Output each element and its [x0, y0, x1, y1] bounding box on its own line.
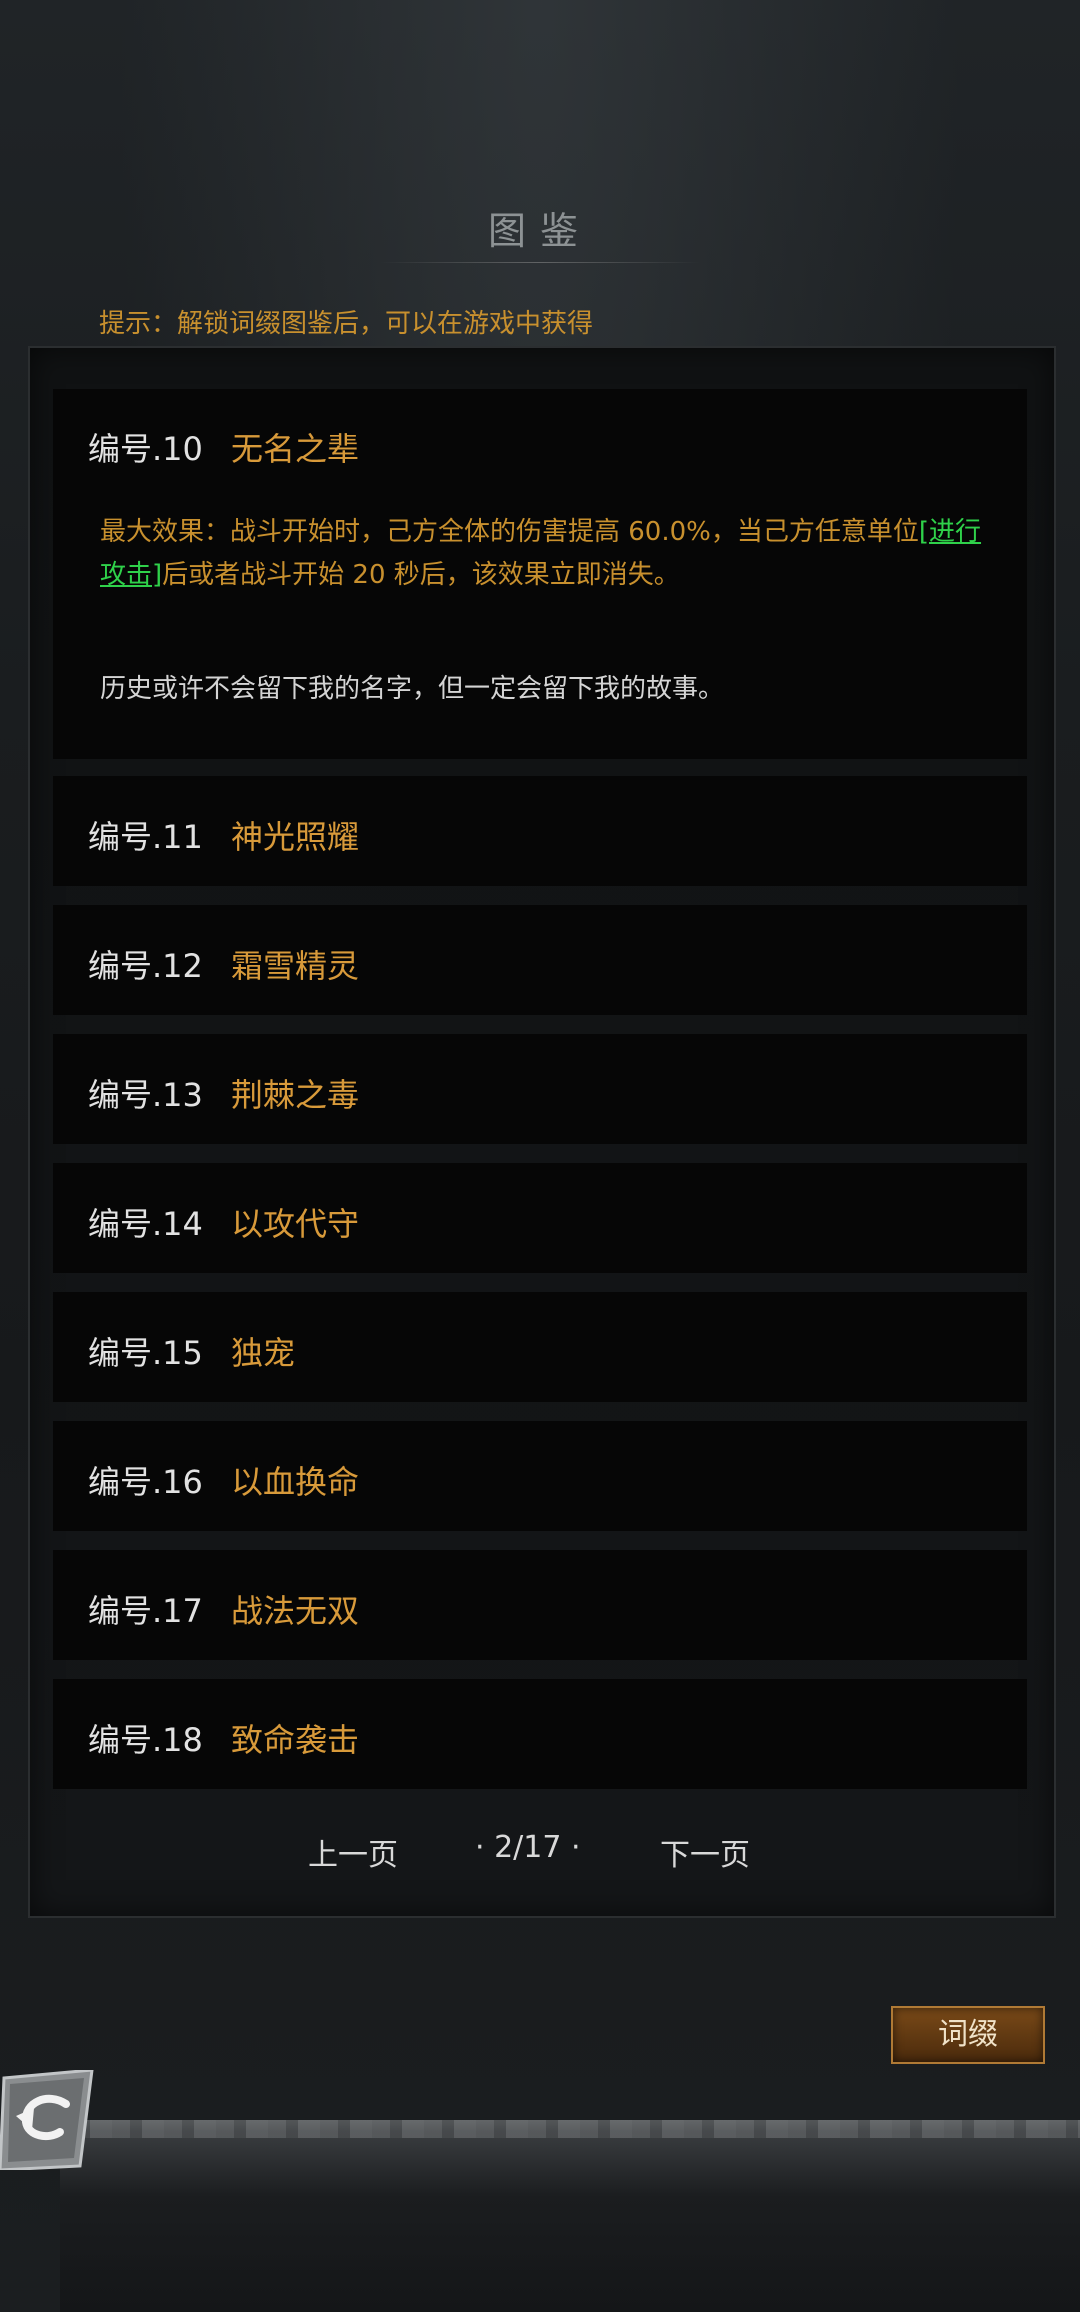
entry-number: 编号.10 [88, 430, 203, 468]
entry-name: 以攻代守 [231, 1205, 360, 1243]
entry-row-18[interactable]: 编号.18 致命袭击 [53, 1679, 1027, 1789]
entry-number: 编号.13 [88, 1076, 203, 1114]
pagination: 上一页 · 2/17 · 下一页 [0, 1830, 1080, 1873]
entry-number: 编号.12 [88, 947, 203, 985]
entry-number: 编号.18 [88, 1721, 203, 1759]
entry-name: 独宠 [231, 1334, 296, 1372]
entry-story-text: 历史或许不会留下我的名字，但一定会留下我的故事。 [100, 674, 725, 704]
entry-name: 致命袭击 [231, 1721, 360, 1759]
screen: 图鉴 提示：解锁词缀图鉴后，可以在游戏中获得 编号.10 无名之辈 最大效果：战… [0, 0, 1080, 2312]
effect-description: 最大效果：战斗开始时，己方全体的伤害提高 60.0%，当己方任意单位[进行攻击]… [100, 511, 1005, 597]
entry-name: 无名之辈 [231, 430, 360, 468]
back-button[interactable] [0, 2068, 96, 2172]
faded-header-text [590, 10, 820, 44]
title-divider [380, 262, 700, 263]
entry-number: 编号.17 [88, 1592, 203, 1630]
entry-row-15[interactable]: 编号.15 独宠 [53, 1292, 1027, 1402]
entry-number: 编号.14 [88, 1205, 203, 1243]
hint-text: 提示：解锁词缀图鉴后，可以在游戏中获得 [99, 309, 594, 339]
effect-prefix: 最大效果：战斗开始时，己方全体的伤害提高 60.0%，当己方任意单位 [100, 517, 919, 547]
entry-name: 神光照耀 [231, 818, 360, 856]
bottom-decor-bar [60, 2120, 1080, 2312]
back-arrow-icon [0, 2068, 94, 2172]
entry-row-16[interactable]: 编号.16 以血换命 [53, 1421, 1027, 1531]
entry-number: 编号.15 [88, 1334, 203, 1372]
entry-name: 霜雪精灵 [231, 947, 360, 985]
entry-row-12[interactable]: 编号.12 霜雪精灵 [53, 905, 1027, 1015]
page-indicator: · 2/17 · [475, 1830, 581, 1865]
entry-row-11[interactable]: 编号.11 神光照耀 [53, 776, 1027, 886]
entry-row-13[interactable]: 编号.13 荆棘之毒 [53, 1034, 1027, 1144]
effect-suffix: 后或者战斗开始 20 秒后，该效果立即消失。 [162, 560, 680, 590]
page-title: 图鉴 [487, 209, 592, 253]
entry-name: 战法无双 [231, 1592, 360, 1630]
affix-button[interactable]: 词缀 [891, 2006, 1045, 2064]
entry-number: 编号.16 [88, 1463, 203, 1501]
next-page-button[interactable]: 下一页 [660, 1830, 750, 1874]
entry-row-14[interactable]: 编号.14 以攻代守 [53, 1163, 1027, 1273]
entry-number: 编号.11 [88, 818, 203, 856]
prev-page-button[interactable]: 上一页 [308, 1830, 398, 1874]
entry-name: 以血换命 [231, 1463, 360, 1501]
entry-row-17[interactable]: 编号.17 战法无双 [53, 1550, 1027, 1660]
entry-name: 荆棘之毒 [231, 1076, 360, 1114]
